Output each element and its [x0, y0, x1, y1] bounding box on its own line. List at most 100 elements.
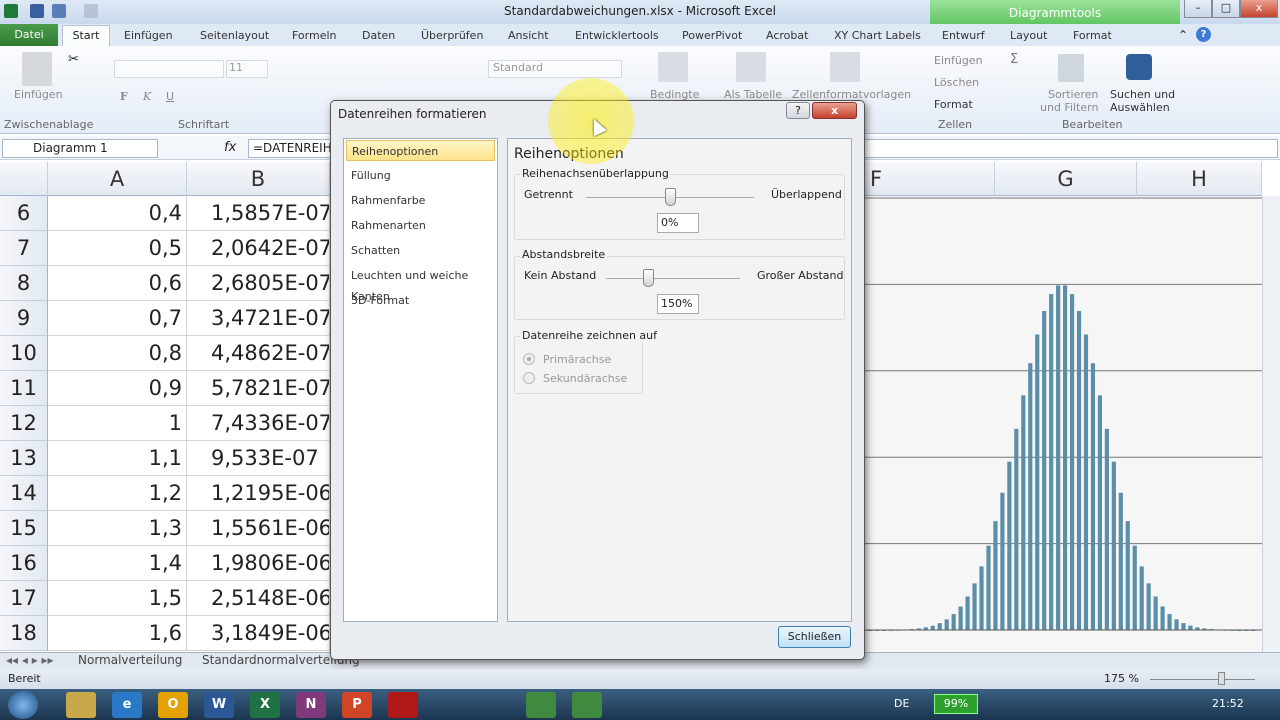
chart-bar[interactable] — [1125, 521, 1130, 630]
chart-bar[interactable] — [1083, 334, 1089, 630]
cell-a[interactable]: 1 — [48, 406, 187, 441]
sort-filter-button[interactable]: Sortieren — [1048, 88, 1098, 101]
row-header[interactable]: 14 — [0, 476, 48, 511]
row-header[interactable]: 16 — [0, 546, 48, 581]
cell-a[interactable]: 0,8 — [48, 336, 187, 371]
primary-axis-radio[interactable] — [523, 353, 535, 365]
taskbar-explorer-icon[interactable] — [66, 692, 96, 718]
chart-bar[interactable] — [1028, 363, 1033, 630]
dialog-nav-item[interactable]: Füllung — [346, 165, 495, 186]
taskbar-onenote-icon[interactable]: N — [296, 692, 326, 718]
cell-b[interactable]: 1,5857E-07 — [187, 196, 330, 231]
chart-bar[interactable] — [1174, 619, 1179, 630]
chart-bar[interactable] — [1056, 285, 1061, 630]
dialog-nav-item[interactable]: Reihenoptionen — [346, 140, 495, 161]
tab-13[interactable]: Layout — [1010, 29, 1047, 42]
tab-8[interactable]: Entwicklertools — [575, 29, 659, 42]
taskbar-ie-icon[interactable]: e — [112, 692, 142, 718]
tab-12[interactable]: Entwurf — [942, 29, 985, 42]
chart[interactable] — [862, 196, 1262, 652]
cell-a[interactable]: 1,2 — [48, 476, 187, 511]
zoom-slider[interactable] — [1150, 679, 1255, 680]
chart-bar[interactable] — [1097, 395, 1102, 630]
battery-indicator[interactable]: 99% — [934, 694, 978, 714]
cell-b[interactable]: 5,7821E-07 — [187, 371, 330, 406]
overlap-slider-thumb[interactable] — [665, 188, 676, 206]
underline-button[interactable]: U — [166, 90, 174, 103]
insert-function-button[interactable]: fx — [224, 140, 236, 155]
row-header[interactable]: 11 — [0, 371, 48, 406]
chart-bar[interactable] — [944, 619, 949, 630]
chart-bar[interactable] — [1139, 566, 1144, 630]
ribbon-collapse-icon[interactable]: ⌃ — [1178, 28, 1188, 42]
taskbar-word-icon[interactable]: W — [204, 692, 234, 718]
tab-5[interactable]: Daten — [362, 29, 395, 42]
taskbar-excel-window-2-icon[interactable] — [572, 692, 602, 718]
paste-button[interactable]: Einfügen — [14, 88, 63, 101]
cell-a[interactable]: 0,5 — [48, 231, 187, 266]
taskbar-excel-window-icon[interactable] — [526, 692, 556, 718]
chart-bar[interactable] — [993, 521, 998, 630]
chart-bar[interactable] — [1181, 623, 1186, 630]
number-format-select[interactable]: Standard — [488, 60, 622, 78]
chart-bar[interactable] — [1042, 311, 1047, 630]
cell-b[interactable]: 1,9806E-06 — [187, 546, 330, 581]
chart-bar[interactable] — [1090, 363, 1096, 630]
cell-a[interactable]: 1,3 — [48, 511, 187, 546]
chart-bar[interactable] — [1021, 395, 1026, 630]
autosum-button[interactable]: Σ — [1010, 52, 1018, 67]
minimize-button[interactable]: – — [1184, 0, 1212, 18]
cell-a[interactable]: 0,9 — [48, 371, 187, 406]
cell-a[interactable]: 1,5 — [48, 581, 187, 616]
row-header[interactable]: 6 — [0, 196, 48, 231]
dialog-nav-item[interactable]: Leuchten und weiche Kanten — [346, 265, 495, 303]
overlap-value-input[interactable]: 0% — [657, 213, 699, 233]
format-cells-button[interactable]: Format — [934, 98, 973, 111]
cell-b[interactable]: 4,4862E-07 — [187, 336, 330, 371]
tab-datei[interactable]: Datei — [0, 24, 58, 46]
clock[interactable]: 21:52 — [1212, 697, 1244, 710]
insert-cells-button[interactable]: Einfügen — [934, 54, 983, 67]
chart-bar[interactable] — [965, 596, 970, 630]
row-header[interactable]: 7 — [0, 231, 48, 266]
tab-14[interactable]: Format — [1073, 29, 1112, 42]
dialog-schliessen-button[interactable]: Schließen — [778, 626, 851, 648]
chart-bar[interactable] — [1035, 334, 1040, 630]
vertical-scrollbar[interactable] — [1262, 196, 1280, 652]
sheet-nav-arrows[interactable]: ◂◂ ◂ ▸ ▸▸ — [6, 653, 54, 667]
taskbar-excel-icon[interactable]: X — [250, 692, 280, 718]
cell-a[interactable]: 0,4 — [48, 196, 187, 231]
chart-bar[interactable] — [1146, 583, 1151, 630]
row-header[interactable]: 13 — [0, 441, 48, 476]
chart-bar[interactable] — [972, 583, 977, 630]
cell-b[interactable]: 1,2195E-06 — [187, 476, 330, 511]
cell-b[interactable]: 3,4721E-07 — [187, 301, 330, 336]
chart-bar[interactable] — [1111, 461, 1116, 630]
language-indicator[interactable]: DE — [894, 697, 909, 710]
row-header[interactable]: 15 — [0, 511, 48, 546]
cell-b[interactable]: 3,1849E-06 — [187, 616, 330, 651]
close-window-button[interactable]: x — [1240, 0, 1278, 18]
chart-bar[interactable] — [1118, 492, 1123, 630]
tab-3[interactable]: Seitenlayout — [200, 29, 269, 42]
cell-a[interactable]: 1,4 — [48, 546, 187, 581]
row-header[interactable]: 10 — [0, 336, 48, 371]
maximize-button[interactable]: □ — [1212, 0, 1240, 18]
chart-bar[interactable] — [1132, 545, 1137, 630]
cell-b[interactable]: 2,0642E-07 — [187, 231, 330, 266]
select-all-button[interactable] — [0, 162, 48, 196]
column-header-f[interactable]: F — [862, 162, 995, 196]
cell-a[interactable]: 0,7 — [48, 301, 187, 336]
cell-b[interactable]: 1,5561E-06 — [187, 511, 330, 546]
chart-bar[interactable] — [1167, 614, 1172, 630]
dialog-close-button[interactable]: x — [812, 102, 857, 119]
taskbar-powerpoint-icon[interactable]: P — [342, 692, 372, 718]
tab-start[interactable]: Start — [62, 25, 110, 47]
tab-9[interactable]: PowerPivot — [682, 29, 742, 42]
sheet-tab-normalverteilung[interactable]: Normalverteilung — [78, 653, 182, 667]
cell-b[interactable]: 7,4336E-07 — [187, 406, 330, 441]
chart-bar[interactable] — [1153, 596, 1158, 630]
find-select-button[interactable]: Suchen und — [1110, 88, 1175, 101]
font-name-select[interactable] — [114, 60, 224, 78]
chart-bar[interactable] — [1188, 625, 1193, 630]
